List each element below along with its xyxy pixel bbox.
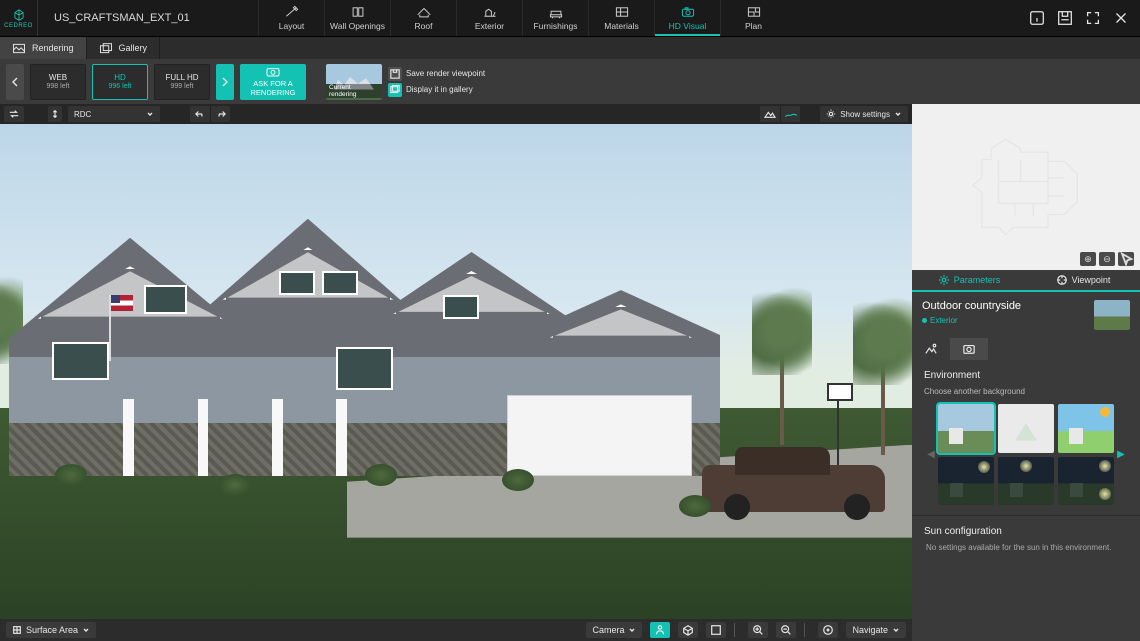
env-photo-icon[interactable] [950,338,988,360]
save-viewpoint[interactable]: Save render viewpoint [388,67,485,81]
env-title: Outdoor countryside [922,300,1086,312]
workspace: RDC Show settings [0,104,1140,641]
zoom-in-icon[interactable] [748,622,768,638]
viewport-toolbar: RDC Show settings [0,104,912,124]
bg-option-2[interactable] [998,404,1054,453]
nav-materials[interactable]: Materials [588,0,654,36]
collapse-icon[interactable] [1084,9,1102,27]
view-3d-icon[interactable] [678,622,698,638]
redo-icon[interactable] [210,106,230,122]
recenter-icon[interactable] [818,622,838,638]
horizon-icon[interactable] [780,106,800,122]
side-panel: ⊕ ⊖ Parameters Viewpoint Outdoor country… [912,104,1140,641]
navigate-dropdown[interactable]: Navigate [846,622,906,638]
tab-rendering[interactable]: Rendering [0,37,87,59]
floor-select[interactable]: RDC [68,106,160,122]
quality-web[interactable]: WEB998 left [30,64,86,100]
nav-hd-visual[interactable]: HD Visual [654,0,720,36]
env-heading: Environment [924,370,1128,381]
env-tag: Exterior [922,316,1086,325]
window-controls [1018,0,1140,36]
sun-message: No settings available for the sun in thi… [924,543,1128,552]
viewport: RDC Show settings [0,104,912,641]
render-view[interactable] [0,124,912,641]
environment-section: Environment Choose another background ◀ … [912,360,1140,515]
info-icon[interactable] [1028,9,1046,27]
bg-option-4[interactable] [938,457,994,506]
bg-option-3[interactable] [1058,404,1114,453]
quality-prev[interactable] [6,64,24,100]
undo-icon[interactable] [190,106,210,122]
render-bar: WEB998 left HD996 left FULL HD999 left A… [0,59,1140,104]
floor-up[interactable] [48,106,62,122]
view-person-icon[interactable] [650,622,670,638]
display-in-gallery[interactable]: Display it in gallery [388,83,485,97]
sun-heading: Sun configuration [924,526,1128,537]
top-bar: CEDREO US_CRAFTSMAN_EXT_01 Layout Wall O… [0,0,1140,37]
surface-area-toggle[interactable]: Surface Area [6,622,96,638]
nav-roof[interactable]: Roof [390,0,456,36]
nav-exterior[interactable]: Exterior [456,0,522,36]
nav-wall-openings[interactable]: Wall Openings [324,0,390,36]
sun-section: Sun configuration No settings available … [912,515,1140,562]
quality-hd[interactable]: HD996 left [92,64,148,100]
env-hint: Choose another background [924,387,1128,396]
ask-rendering-button[interactable]: ASK FOR A RENDERING [240,64,306,100]
tab-parameters[interactable]: Parameters [912,270,1026,290]
show-settings[interactable]: Show settings [820,106,908,122]
brand-logo[interactable]: CEDREO [0,0,38,36]
current-render-thumb[interactable]: Current rendering [326,64,382,100]
close-icon[interactable] [1112,9,1130,27]
terrain-icon[interactable] [760,106,780,122]
view-top-icon[interactable] [706,622,726,638]
zoom-out-icon[interactable] [776,622,796,638]
quality-fullhd[interactable]: FULL HD999 left [154,64,210,100]
minimap-zoom-out-icon[interactable]: ⊖ [1099,252,1115,266]
bg-option-5[interactable] [998,457,1054,506]
nav-furnishings[interactable]: Furnishings [522,0,588,36]
bottom-bar: Surface Area Camera Navigate [0,619,912,641]
panel-tabs: Parameters Viewpoint [912,270,1140,292]
minimap-zoom-in-icon[interactable]: ⊕ [1080,252,1096,266]
floorplan-minimap[interactable]: ⊕ ⊖ [912,104,1140,270]
camera-dropdown[interactable]: Camera [586,622,642,638]
save-icon[interactable] [1056,9,1074,27]
environment-header: Outdoor countryside Exterior [912,292,1140,338]
main-nav: Layout Wall Openings Roof Exterior Furni… [258,0,786,36]
quality-next[interactable] [216,64,234,100]
bg-option-6[interactable] [1058,457,1114,506]
env-mode-row [912,338,1140,360]
nav-layout[interactable]: Layout [258,0,324,36]
bg-prev-icon[interactable]: ◀ [924,415,938,495]
view-mode-tabs: Rendering Gallery [0,37,1140,59]
bg-next-icon[interactable]: ▶ [1114,415,1128,495]
swap-icon[interactable] [4,106,24,122]
project-name: US_CRAFTSMAN_EXT_01 [38,0,258,36]
env-outdoor-icon[interactable] [912,338,950,360]
minimap-pointer-icon[interactable] [1118,252,1134,266]
tab-gallery[interactable]: Gallery [87,37,161,59]
nav-plan[interactable]: Plan [720,0,786,36]
bg-option-1[interactable] [938,404,994,453]
render-links: Save render viewpoint Display it in gall… [388,67,485,97]
